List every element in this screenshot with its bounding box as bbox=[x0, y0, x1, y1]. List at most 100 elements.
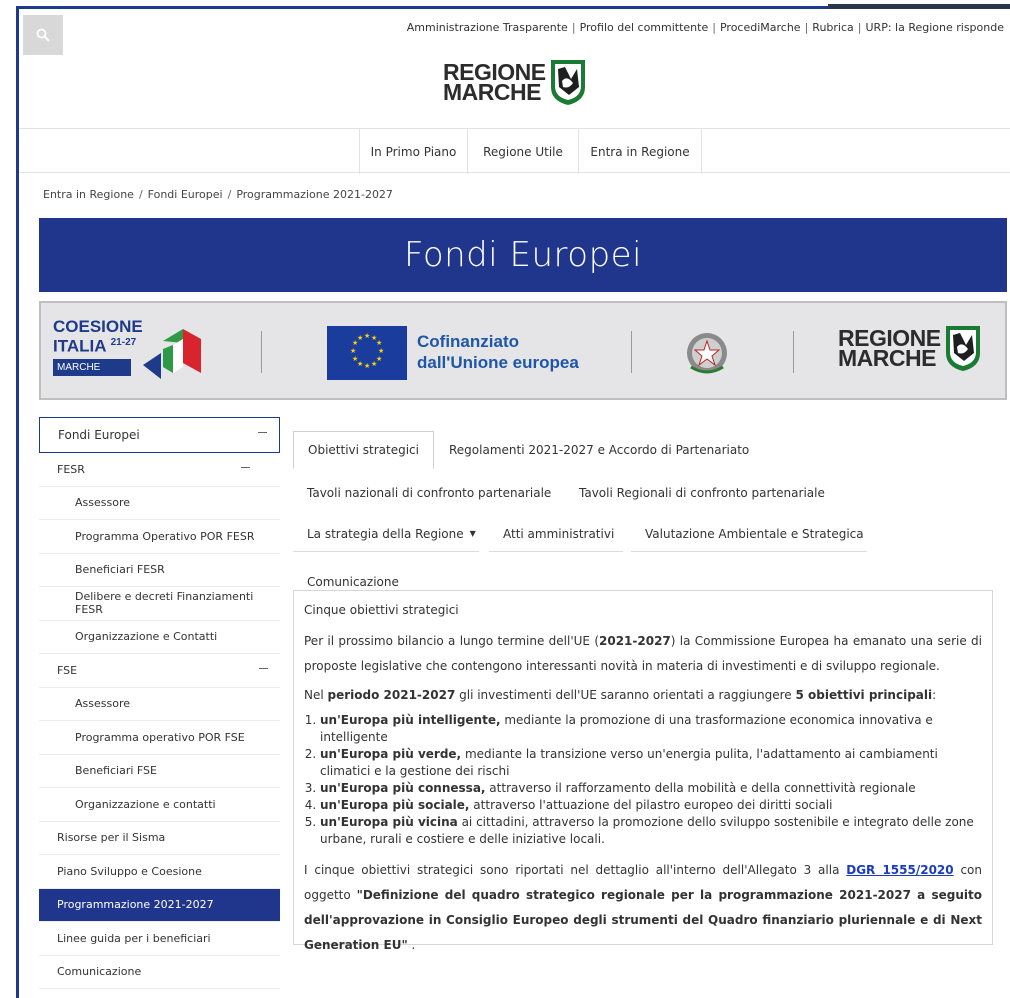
sidebar-item-beneficiari-fse[interactable]: Beneficiari FSE bbox=[39, 755, 280, 788]
tab-tavoli-nazionali[interactable]: Tavoli nazionali di confronto partenaria… bbox=[293, 475, 551, 511]
tab-label: Comunicazione bbox=[307, 575, 399, 589]
sidebar-item-fondi-europei[interactable]: Fondi Europei bbox=[39, 417, 280, 453]
sidebar-item-label: Assessore bbox=[75, 697, 130, 711]
page: Amministrazione Trasparente | Profilo del … bbox=[19, 9, 1010, 998]
nav-in-primo-piano[interactable]: In Primo Piano bbox=[359, 129, 467, 174]
sidebar-item-label: Risorse per il Sisma bbox=[57, 831, 166, 845]
sidebar-item-label: Programma Operativo POR FESR bbox=[75, 529, 255, 543]
text: Per il prossimo bilancio a lungo termine… bbox=[304, 634, 599, 648]
sidebar-item-label: Delibere e decreti Finanziamenti FESR bbox=[75, 590, 254, 617]
dgr-paragraph: I cinque obiettivi strategici sono ripor… bbox=[304, 858, 982, 958]
tab-label: Tavoli nazionali di confronto partenaria… bbox=[307, 486, 552, 500]
dgr-link[interactable]: DGR 1555/2020 bbox=[846, 863, 953, 877]
tab-tavoli-regionali[interactable]: Tavoli Regionali di confronto partenaria… bbox=[565, 475, 825, 511]
text-bold: 2021-2027 bbox=[599, 634, 671, 648]
text: : bbox=[932, 688, 937, 702]
tab-obiettivi-strategici[interactable]: Obiettivi strategici bbox=[293, 431, 434, 469]
tab-strategia-regione[interactable]: La strategia della Regione ▼ bbox=[293, 516, 479, 552]
sidebar-item-label: FSE bbox=[57, 663, 78, 677]
tab-regolamenti[interactable]: Regolamenti 2021-2027 e Accordo di Parte… bbox=[425, 431, 749, 469]
text: I cinque obiettivi strategici sono ripor… bbox=[304, 863, 847, 877]
list-item: un'Europa più intelligente, mediante la … bbox=[320, 712, 982, 746]
breadcrumb-link[interactable]: Fondi Europei bbox=[148, 188, 223, 201]
coesione-arrows-icon bbox=[143, 329, 201, 379]
window-frame-corner-highlight bbox=[828, 0, 1010, 4]
cofin-line1: Cofinanziato bbox=[417, 332, 519, 351]
nav-regione-utile[interactable]: Regione Utile bbox=[467, 129, 578, 174]
sidebar: Fondi Europei FESR Assessore Programma O… bbox=[39, 417, 280, 989]
sidebar-item-label: Fondi Europei bbox=[58, 428, 140, 442]
logo-line2: MARCHE bbox=[838, 345, 936, 371]
sidebar-item-por-fesr[interactable]: Programma Operativo POR FESR bbox=[39, 520, 280, 554]
sidebar-item-sisma[interactable]: Risorse per il Sisma bbox=[39, 822, 280, 855]
breadcrumb-link[interactable]: Entra in Regione bbox=[43, 188, 134, 201]
svg-text:★: ★ bbox=[352, 355, 358, 363]
tab-valutazione-ambientale[interactable]: Valutazione Ambientale e Strategica bbox=[631, 516, 867, 552]
sidebar-item-label: Assessore bbox=[75, 496, 130, 510]
sidebar-item-por-fse[interactable]: Programma operativo POR FSE bbox=[39, 721, 280, 755]
logo-line2: MARCHE bbox=[443, 79, 541, 105]
separator: | bbox=[571, 21, 576, 34]
text-bold: "Definizione del quadro strategico regio… bbox=[304, 888, 982, 952]
top-link[interactable]: Amministrazione Trasparente bbox=[407, 21, 568, 34]
collapse-icon[interactable] bbox=[259, 668, 268, 669]
sidebar-item-piano-sviluppo[interactable]: Piano Sviluppo e Coesione bbox=[39, 855, 280, 889]
collapse-icon[interactable] bbox=[258, 432, 267, 433]
sidebar-item-label: Organizzazione e contatti bbox=[75, 797, 216, 811]
text-bold: 5 obiettivi principali bbox=[795, 688, 933, 702]
top-link[interactable]: URP: la Regione risponde bbox=[866, 21, 1005, 34]
sidebar-item-beneficiari-fesr[interactable]: Beneficiari FESR bbox=[39, 554, 280, 587]
list-item: un'Europa più connessa, attraverso il ra… bbox=[320, 780, 982, 797]
objectives-list: un'Europa più intelligente, mediante la … bbox=[304, 712, 982, 848]
top-link[interactable]: Rubrica bbox=[812, 21, 853, 34]
search-button[interactable] bbox=[23, 15, 63, 55]
search-icon bbox=[36, 28, 50, 42]
regione-marche-logo-banner: REGIONE MARCHE bbox=[838, 323, 982, 373]
sidebar-item-label: Linee guida per i beneficiari bbox=[57, 931, 211, 945]
list-item: un'Europa più sociale, attraverso l'attu… bbox=[320, 797, 982, 814]
breadcrumb-current: Programmazione 2021-2027 bbox=[236, 188, 393, 201]
separator: / bbox=[138, 188, 143, 201]
svg-text:★: ★ bbox=[364, 332, 370, 340]
logo-text: REGIONE MARCHE bbox=[838, 327, 941, 371]
top-link[interactable]: ProcediMarche bbox=[720, 21, 801, 34]
objectives-intro: Nel periodo 2021-2027 gli investimenti d… bbox=[304, 683, 982, 708]
separator: / bbox=[227, 188, 232, 201]
eu-flag-icon: ★ ★★★ ★★★★ ★★★★ bbox=[327, 326, 407, 380]
intro-paragraph: Per il prossimo bilancio a lungo termine… bbox=[304, 629, 982, 679]
shield-icon bbox=[550, 60, 585, 105]
sidebar-item-label: Piano Sviluppo e Coesione bbox=[57, 864, 202, 878]
svg-text:★: ★ bbox=[376, 339, 382, 347]
sidebar-item-assessore-fse[interactable]: Assessore bbox=[39, 688, 280, 721]
svg-text:★: ★ bbox=[350, 347, 356, 355]
sidebar-item-organizzazione-fesr[interactable]: Organizzazione e Contatti bbox=[39, 621, 280, 654]
svg-text:★: ★ bbox=[364, 362, 370, 370]
sidebar-item-label: Organizzazione e Contatti bbox=[75, 630, 218, 644]
tab-atti-amministrativi[interactable]: Atti amministrativi bbox=[489, 516, 623, 552]
sidebar-item-delibere-fesr[interactable]: Delibere e decreti Finanziamenti FESR bbox=[39, 587, 280, 621]
sidebar-item-fesr[interactable]: FESR bbox=[39, 453, 280, 487]
collapse-icon[interactable] bbox=[241, 467, 250, 468]
sidebar-item-linee-guida[interactable]: Linee guida per i beneficiari bbox=[39, 922, 280, 956]
sidebar-item-programmazione-2021-2027[interactable]: Programmazione 2021-2027 bbox=[39, 888, 280, 922]
sidebar-item-label: Programmazione 2021-2027 bbox=[57, 898, 214, 912]
svg-text:★: ★ bbox=[357, 334, 363, 342]
page-title: Fondi Europei bbox=[403, 235, 643, 275]
sidebar-item-label: FESR bbox=[57, 462, 85, 476]
coesione-region: MARCHE bbox=[53, 358, 131, 376]
sidebar-item-comunicazione[interactable]: Comunicazione bbox=[39, 956, 280, 989]
regione-marche-logo[interactable]: REGIONE MARCHE bbox=[443, 49, 587, 115]
separator: | bbox=[857, 21, 862, 34]
tab-content-panel: Cinque obiettivi strategici Per il pross… bbox=[293, 590, 993, 952]
nav-entra-in-regione[interactable]: Entra in Regione bbox=[578, 129, 702, 174]
logo-divider bbox=[261, 331, 262, 373]
sidebar-item-assessore-fesr[interactable]: Assessore bbox=[39, 487, 280, 520]
tab-label: La strategia della Regione bbox=[307, 526, 464, 541]
tab-label: Valutazione Ambientale e Strategica bbox=[645, 526, 864, 541]
text: gli investimenti dell'UE saranno orienta… bbox=[455, 688, 796, 702]
sidebar-item-organizzazione-fse[interactable]: Organizzazione e contatti bbox=[39, 788, 280, 822]
coesione-italia: ITALIA bbox=[53, 336, 106, 356]
top-link[interactable]: Profilo del committente bbox=[580, 21, 709, 34]
shield-icon bbox=[945, 326, 980, 371]
sidebar-item-fse[interactable]: FSE bbox=[39, 654, 280, 688]
